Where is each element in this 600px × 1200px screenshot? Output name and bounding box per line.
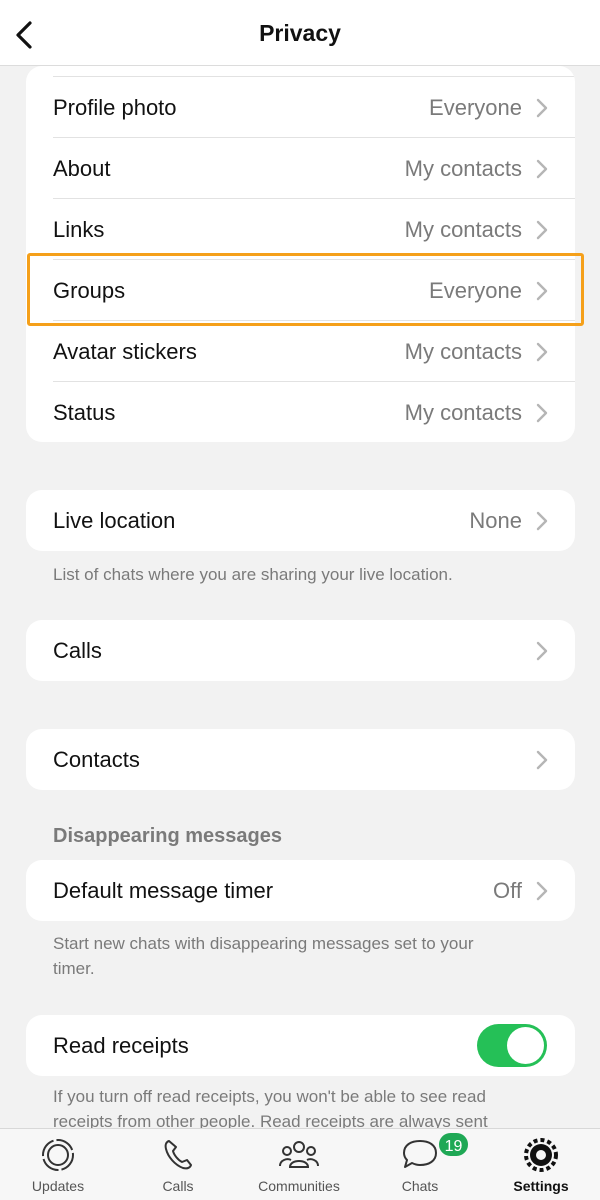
chevron-right-icon	[536, 641, 548, 661]
row-label: Avatar stickers	[53, 339, 197, 364]
calls-card: Calls	[26, 620, 575, 681]
chevron-right-icon	[536, 342, 548, 362]
row-value: My contacts	[404, 400, 522, 425]
toggle-knob	[507, 1027, 544, 1064]
row-default-message-timer[interactable]: Default message timer Off	[26, 860, 575, 921]
row-label: Live location	[53, 508, 176, 533]
communities-icon	[279, 1141, 319, 1168]
tab-label: Settings	[513, 1178, 569, 1194]
row-calls[interactable]: Calls	[26, 620, 575, 681]
tab-calls[interactable]: Calls	[118, 1129, 238, 1200]
page-title: Privacy	[259, 20, 341, 46]
chats-unread-badge: 19	[437, 1131, 470, 1158]
row-value: Everyone	[429, 278, 522, 303]
row-read-receipts: Read receipts	[26, 1015, 575, 1076]
chevron-right-icon	[536, 98, 548, 118]
live-location-footnote: List of chats where you are sharing your…	[53, 565, 453, 584]
tab-label: Updates	[31, 1178, 85, 1194]
row-label: Profile photo	[53, 95, 177, 120]
phone-icon	[164, 1140, 192, 1170]
chevron-right-icon	[536, 403, 548, 423]
row-label: Calls	[53, 638, 102, 663]
contacts-card: Contacts	[26, 729, 575, 790]
tab-label: Communities	[258, 1178, 340, 1194]
read-receipts-toggle[interactable]	[477, 1024, 547, 1067]
row-label: About	[53, 156, 111, 181]
row-avatar-stickers[interactable]: Avatar stickers My contacts	[26, 321, 575, 382]
section-title-disappearing: Disappearing messages	[53, 825, 282, 847]
nav-header: Privacy	[0, 0, 600, 66]
row-value: Everyone	[429, 95, 522, 120]
row-value: Off	[493, 878, 522, 903]
row-label: Links	[53, 217, 105, 242]
chevron-right-icon	[536, 511, 548, 531]
live-location-card: Live location None	[26, 490, 575, 551]
read-receipts-footnote: If you turn off read receipts, you won't…	[53, 1087, 488, 1128]
row-label: Contacts	[53, 747, 140, 772]
row-value: My contacts	[404, 339, 522, 364]
row-label: Default message timer	[53, 878, 274, 903]
chevron-right-icon	[536, 159, 548, 179]
disappearing-footnote: Start new chats with disappearing messag…	[53, 934, 474, 978]
row-value: My contacts	[404, 217, 522, 242]
disappearing-card: Default message timer Off	[26, 860, 575, 921]
chevron-right-icon	[536, 220, 548, 240]
chevron-right-icon	[536, 881, 548, 901]
row-label: Status	[53, 400, 116, 425]
chevron-right-icon	[536, 750, 548, 770]
tab-communities[interactable]: Communities	[239, 1129, 359, 1200]
row-label: Read receipts	[53, 1033, 189, 1058]
row-status[interactable]: Status My contacts	[26, 382, 575, 442]
row-links[interactable]: Links My contacts	[26, 199, 575, 260]
read-receipts-card: Read receipts	[26, 1015, 575, 1076]
tab-label: Chats	[401, 1178, 439, 1194]
tab-updates[interactable]: Updates	[0, 1129, 118, 1200]
gear-icon	[524, 1138, 558, 1172]
tab-settings[interactable]: Settings	[481, 1129, 600, 1200]
tab-bar: Updates Calls Communities Chats Settings	[0, 1128, 600, 1200]
chats-icon	[403, 1140, 437, 1168]
privacy-list-card: Profile photo Everyone About My contacts…	[26, 66, 575, 442]
chevron-right-icon	[536, 281, 548, 301]
row-live-location[interactable]: Live location None	[26, 490, 575, 551]
row-value: None	[469, 508, 522, 533]
row-value: My contacts	[404, 156, 522, 181]
row-about[interactable]: About My contacts	[26, 138, 575, 199]
row-label: Groups	[53, 278, 126, 303]
updates-icon	[42, 1139, 74, 1171]
row-contacts[interactable]: Contacts	[26, 729, 575, 790]
row-profile-photo[interactable]: Profile photo Everyone	[26, 77, 575, 138]
tab-label: Calls	[162, 1178, 194, 1194]
row-groups[interactable]: Groups Everyone	[26, 260, 575, 321]
